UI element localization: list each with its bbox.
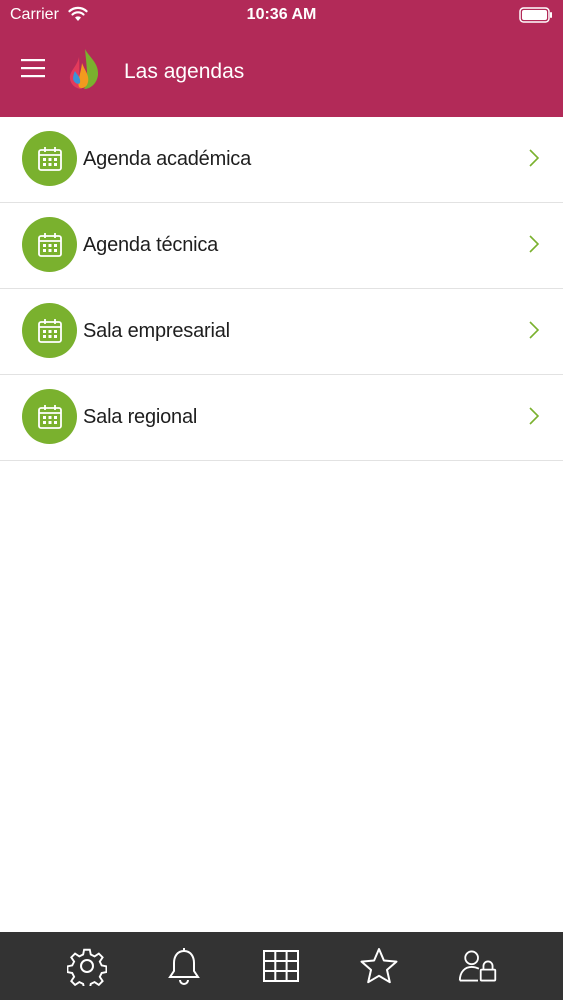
agenda-list: Agenda académica Agenda técnica Sala emp… bbox=[0, 117, 563, 461]
chevron-right-icon bbox=[529, 321, 540, 339]
list-item-sala-empresarial[interactable]: Sala empresarial bbox=[0, 289, 563, 375]
tab-notifications[interactable] bbox=[154, 932, 214, 1000]
bell-icon bbox=[168, 948, 200, 985]
list-item-sala-regional[interactable]: Sala regional bbox=[0, 375, 563, 461]
list-item-label: Sala regional bbox=[83, 406, 198, 428]
battery-icon bbox=[519, 7, 552, 23]
calendar-icon bbox=[22, 217, 77, 272]
app-header: Carrier 10:36 AM Las agendas bbox=[0, 0, 563, 117]
user-lock-icon bbox=[458, 950, 497, 982]
nav-bar: Las agendas bbox=[0, 36, 563, 108]
grid-icon bbox=[263, 950, 299, 982]
tab-favorites[interactable] bbox=[349, 932, 409, 1000]
chevron-right-icon bbox=[529, 407, 540, 425]
chevron-right-icon bbox=[529, 149, 540, 167]
tab-settings[interactable] bbox=[57, 932, 117, 1000]
chevron-right-icon bbox=[529, 235, 540, 253]
list-item-agenda-academica[interactable]: Agenda académica bbox=[0, 117, 563, 203]
calendar-icon bbox=[22, 389, 77, 444]
star-icon bbox=[360, 948, 398, 984]
tab-schedule[interactable] bbox=[251, 932, 311, 1000]
bottom-tab-bar bbox=[0, 932, 563, 1000]
flame-logo-icon bbox=[69, 49, 99, 89]
gear-icon bbox=[67, 948, 107, 986]
list-item-label: Agenda técnica bbox=[83, 234, 219, 256]
calendar-icon bbox=[22, 131, 77, 186]
page-title: Las agendas bbox=[124, 60, 245, 83]
list-item-agenda-tecnica[interactable]: Agenda técnica bbox=[0, 203, 563, 289]
hamburger-menu-icon[interactable] bbox=[19, 54, 47, 82]
list-item-label: Sala empresarial bbox=[83, 320, 230, 342]
status-bar: Carrier 10:36 AM bbox=[0, 0, 563, 30]
tab-account[interactable] bbox=[448, 932, 508, 1000]
calendar-icon bbox=[22, 303, 77, 358]
list-item-label: Agenda académica bbox=[83, 148, 252, 170]
status-time: 10:36 AM bbox=[246, 6, 317, 23]
